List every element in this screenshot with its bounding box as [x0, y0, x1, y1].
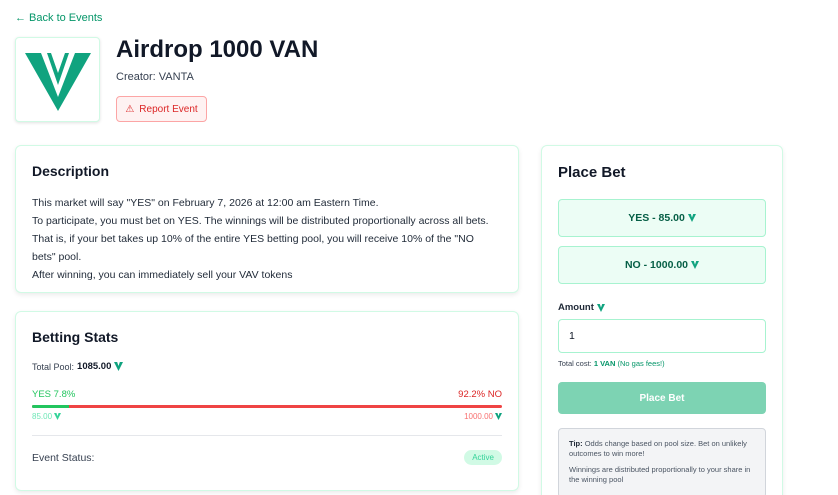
- event-status-label: Event Status:: [32, 451, 95, 464]
- no-amount-value: 1000.00: [464, 412, 493, 421]
- description-text: This market will say "YES" on February 7…: [32, 194, 502, 284]
- report-event-label: Report Event: [139, 103, 198, 115]
- total-pool: Total Pool: 1085.00: [32, 361, 502, 372]
- description-line: bets" pool.: [32, 251, 82, 263]
- amount-label: Amount: [558, 302, 766, 313]
- yes-amount: 85.00: [32, 412, 62, 421]
- description-line: This market will say "YES" on February 7…: [32, 197, 379, 209]
- place-bet-heading: Place Bet: [558, 164, 626, 181]
- no-amount: 1000.00: [464, 412, 502, 421]
- yes-fill: [32, 405, 69, 408]
- report-event-button[interactable]: ⚠ Report Event: [116, 96, 207, 122]
- vanta-v-icon: [687, 214, 696, 222]
- description-card: Description This market will say "YES" o…: [15, 145, 519, 293]
- place-bet-button[interactable]: Place Bet: [558, 382, 766, 414]
- event-status-row: Event Status: Active: [32, 450, 502, 465]
- status-badge: Active: [464, 450, 502, 465]
- vanta-v-icon: [54, 413, 62, 420]
- bet-no-label: NO - 1000.00: [624, 259, 689, 271]
- description-line: After winning, you can immediately sell …: [32, 269, 293, 281]
- tip-box: Tip: Odds change based on pool size. Bet…: [558, 428, 766, 495]
- yes-amount-value: 85.00: [32, 412, 53, 421]
- tip-text: Odds change based on pool size. Bet on u…: [569, 439, 747, 458]
- total-cost: Total cost: 1 VAN (No gas fees!): [558, 359, 766, 368]
- amount-label-text: Amount: [558, 302, 594, 313]
- cost-value: 1 VAN: [593, 359, 616, 368]
- betting-stats-card: Betting Stats Total Pool: 1085.00 YES 7.…: [15, 311, 519, 491]
- vanta-v-icon: [596, 303, 605, 312]
- total-pool-value: 1085.00: [77, 361, 112, 372]
- yes-percentage: YES 7.8%: [32, 389, 76, 400]
- vanta-v-icon: [691, 261, 700, 269]
- event-title: Airdrop 1000 VAN: [116, 36, 319, 63]
- tip-line: Tip: Odds change based on pool size. Bet…: [569, 439, 755, 459]
- bet-yes-label: YES - 85.00: [628, 212, 685, 224]
- description-heading: Description: [32, 163, 110, 179]
- cost-prefix: Total cost:: [558, 359, 592, 368]
- pool-split-bar: [32, 405, 502, 408]
- pool-split-labels: YES 7.8% 92.2% NO: [32, 389, 502, 400]
- vanta-v-icon: [114, 362, 124, 371]
- description-line: That is, if your bet takes up 10% of the…: [32, 233, 474, 245]
- vanta-v-icon: [495, 413, 502, 420]
- amount-input[interactable]: [558, 319, 766, 353]
- total-pool-label: Total Pool:: [32, 361, 75, 372]
- warning-icon: ⚠: [125, 103, 135, 115]
- divider: [32, 435, 502, 436]
- bet-yes-button[interactable]: YES - 85.00: [558, 199, 766, 237]
- back-link-label: ← Back to Events: [15, 12, 103, 24]
- event-creator: Creator: VANTA: [116, 71, 194, 83]
- vanta-logo-icon: [24, 52, 91, 111]
- no-percentage: 92.2% NO: [458, 389, 502, 400]
- place-bet-card: Place Bet YES - 85.00 NO - 1000.00 Amoun…: [541, 145, 783, 495]
- bet-no-button[interactable]: NO - 1000.00: [558, 246, 766, 284]
- description-line: To participate, you must bet on YES. The…: [32, 215, 489, 227]
- pool-amounts: 85.00 1000.00: [32, 412, 502, 421]
- betting-stats-heading: Betting Stats: [32, 329, 119, 345]
- back-to-events-link[interactable]: ← Back to Events: [15, 12, 102, 24]
- tip-title: Tip:: [569, 439, 583, 448]
- tip-line: Winnings are distributed proportionally …: [569, 465, 751, 484]
- event-logo: [15, 37, 100, 122]
- cost-suffix: (No gas fees!): [617, 359, 665, 368]
